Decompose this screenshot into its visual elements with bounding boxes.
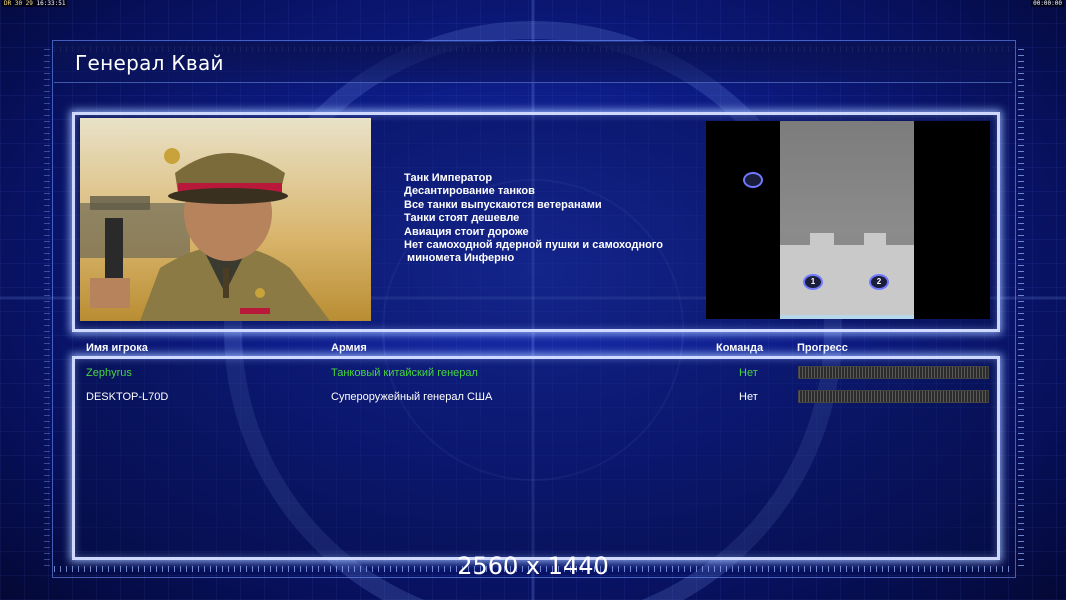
general-title: Генерал Квай (75, 51, 224, 75)
ruler-right (1018, 46, 1024, 566)
map-base-zone (780, 233, 914, 319)
ability-line: Нет самоходной ядерной пушки и самоходно… (404, 239, 663, 252)
ability-line: Все танки выпускаются ветеранами (404, 198, 602, 211)
player-team: Нет (739, 391, 758, 403)
map-preview[interactable]: 1 2 (706, 121, 990, 319)
player-name: DESKTOP-L70D (86, 391, 169, 403)
map-wall (834, 233, 864, 245)
player-army: Супероружейный генерал США (331, 391, 493, 403)
header-progress: Прогресс (797, 342, 848, 354)
ability-line: Десантирование танков (404, 185, 535, 198)
hud-left-time: 16:33:51 (36, 0, 66, 7)
ability-line: Авиация стоит дороже (404, 225, 529, 238)
players-list-panel (72, 356, 1000, 560)
hud-left-yellow: DR 30 29 (4, 0, 33, 7)
player-progress-bar (798, 366, 989, 379)
ability-line: минoмета Инферно (404, 252, 515, 265)
resolution-label: 2560 x 1440 (457, 552, 609, 580)
player-name: Zephyrus (86, 367, 132, 379)
general-portrait (80, 118, 371, 321)
header-army: Армия (331, 342, 367, 354)
player-progress-bar (798, 390, 989, 403)
ability-line: Танки стоят дешевле (404, 212, 520, 225)
player-team: Нет (739, 367, 758, 379)
map-water (780, 315, 914, 319)
empty-start-position[interactable] (743, 172, 763, 188)
hud-left: DR 30 29 16:33:51 (2, 0, 68, 7)
header-team: Команда (716, 342, 764, 354)
start-position-2[interactable]: 2 (869, 274, 889, 290)
start-position-1[interactable]: 1 (803, 274, 823, 290)
map-wall (886, 233, 914, 245)
ability-line: Танк Император (404, 172, 493, 184)
ruler-left (44, 46, 50, 566)
general-abilities: Танк Император Десантирование танков Все… (404, 172, 663, 266)
map-wall (780, 233, 810, 245)
hud-right-time: 00:00:00 (1031, 0, 1064, 7)
player-army: Танковый китайский генерал (331, 367, 478, 379)
header-player: Имя игрока (86, 342, 148, 354)
